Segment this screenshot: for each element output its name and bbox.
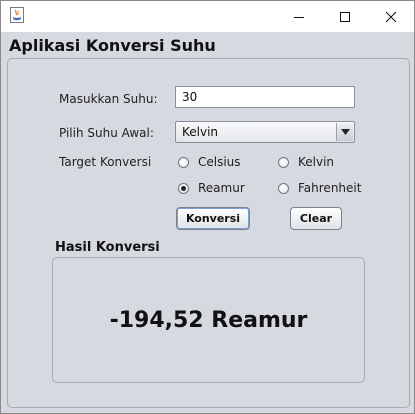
temperature-input[interactable] xyxy=(175,86,355,108)
source-unit-label: Pilih Suhu Awal: xyxy=(59,126,154,140)
title-bar[interactable] xyxy=(1,1,414,32)
java-icon xyxy=(10,7,24,23)
maximize-button[interactable] xyxy=(322,1,368,32)
radio-celsius[interactable]: Celsius xyxy=(178,154,241,170)
convert-button[interactable]: Konversi xyxy=(176,207,250,230)
source-unit-selected: Kelvin xyxy=(182,125,219,139)
radio-kelvin[interactable]: Kelvin xyxy=(278,154,334,170)
app-title: Aplikasi Konversi Suhu xyxy=(9,36,216,55)
radio-fahrenheit-indicator[interactable] xyxy=(278,182,289,194)
target-unit-label: Target Konversi xyxy=(59,155,152,169)
radio-kelvin-label: Kelvin xyxy=(298,155,335,169)
radio-fahrenheit-label: Fahrenheit xyxy=(298,181,362,195)
radio-celsius-label: Celsius xyxy=(198,155,241,169)
chevron-down-icon xyxy=(340,128,350,135)
radio-reamur-indicator[interactable] xyxy=(178,182,189,194)
radio-kelvin-indicator[interactable] xyxy=(278,156,289,168)
dropdown-arrow-button[interactable] xyxy=(336,123,353,141)
minimize-icon xyxy=(294,16,304,18)
clear-button[interactable]: Clear xyxy=(290,207,342,230)
result-panel: -194,52 Reamur xyxy=(52,257,365,383)
minimize-button[interactable] xyxy=(276,1,322,32)
app-window: Aplikasi Konversi Suhu Masukkan Suhu: Pi… xyxy=(0,0,415,414)
source-unit-select[interactable]: Kelvin xyxy=(175,121,355,143)
result-value: -194,52 Reamur xyxy=(109,307,308,333)
result-heading: Hasil Konversi xyxy=(55,240,160,255)
temperature-input-label: Masukkan Suhu: xyxy=(59,92,158,106)
radio-reamur-label: Reamur xyxy=(198,181,245,195)
radio-reamur[interactable]: Reamur xyxy=(178,180,245,196)
radio-celsius-indicator[interactable] xyxy=(178,156,189,168)
maximize-icon xyxy=(340,11,350,22)
radio-fahrenheit[interactable]: Fahrenheit xyxy=(278,180,361,196)
close-button[interactable] xyxy=(368,1,414,32)
close-icon xyxy=(385,11,397,22)
